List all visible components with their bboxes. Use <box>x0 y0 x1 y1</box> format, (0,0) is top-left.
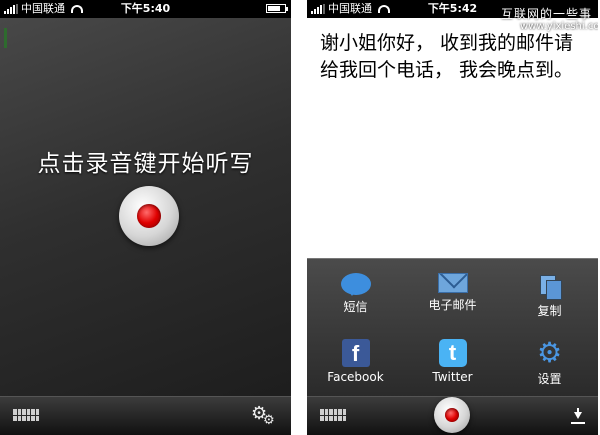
share-panel: 短信 电子邮件 复制 f Facebook t Twitter ⚙ 设置 <box>307 258 598 398</box>
share-sms-button[interactable]: 短信 <box>307 273 404 315</box>
keyboard-icon[interactable] <box>13 409 39 421</box>
status-bar: 中国联通 下午5:40 <box>0 0 291 18</box>
record-button[interactable] <box>119 186 179 246</box>
envelope-icon <box>437 273 468 293</box>
share-email-button[interactable]: 电子邮件 <box>404 273 501 313</box>
facebook-icon: f <box>341 339 370 367</box>
gear-icon: ⚙ <box>536 336 563 369</box>
dictation-result-screen: 中国联通 下午5:42 互联网的一些事 www.yixieshi.com 谢小姐… <box>307 0 598 435</box>
dictated-text[interactable]: 谢小姐你好， 收到我的邮件请给我回个电话， 我会晚点到。 <box>320 30 590 84</box>
share-settings-button[interactable]: ⚙ 设置 <box>501 339 598 387</box>
scroll-indicator <box>4 28 7 48</box>
copy-icon <box>539 275 562 300</box>
bottom-toolbar: ⚙ ⚙ <box>0 396 291 435</box>
keyboard-icon[interactable] <box>320 409 346 421</box>
status-time: 下午5:40 <box>120 2 171 15</box>
download-icon[interactable] <box>570 408 586 424</box>
battery-icon <box>266 4 288 13</box>
share-label: Facebook <box>327 370 384 384</box>
share-label: 电子邮件 <box>428 298 477 312</box>
dictation-start-screen: 中国联通 下午5:40 点击录音键开始听写 ⚙ ⚙ <box>0 0 291 435</box>
sms-bubble-icon <box>340 273 371 296</box>
settings-gear-icon[interactable]: ⚙ ⚙ <box>251 403 277 429</box>
share-facebook-button[interactable]: f Facebook <box>307 339 404 384</box>
share-copy-button[interactable]: 复制 <box>501 275 598 319</box>
share-label: 短信 <box>343 300 368 314</box>
share-label: Twitter <box>432 370 473 384</box>
start-dictation-prompt: 点击录音键开始听写 <box>37 151 254 177</box>
share-twitter-button[interactable]: t Twitter <box>404 339 501 384</box>
share-label: 复制 <box>537 304 562 318</box>
share-label: 设置 <box>537 372 562 386</box>
record-button[interactable] <box>434 397 470 433</box>
twitter-icon: t <box>438 339 467 367</box>
watermark-text: 互联网的一些事 <box>501 7 593 21</box>
record-icon <box>137 204 161 228</box>
record-icon <box>445 408 459 422</box>
